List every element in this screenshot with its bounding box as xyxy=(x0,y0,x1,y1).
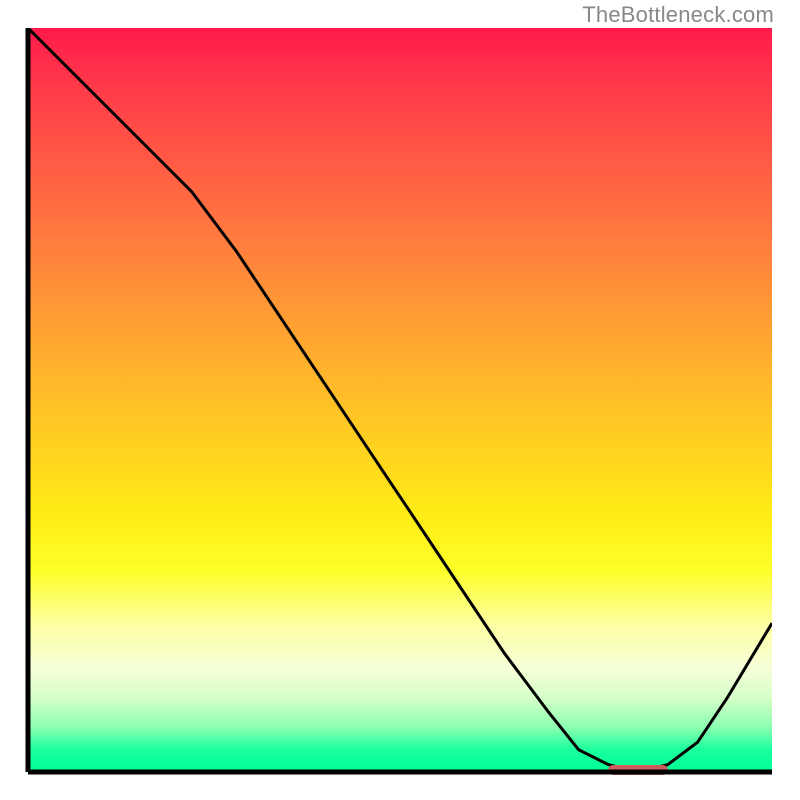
gradient-plot-background xyxy=(28,28,772,772)
watermark-text: TheBottleneck.com xyxy=(582,2,774,28)
optimal-range-marker xyxy=(608,765,668,775)
bottleneck-chart: TheBottleneck.com xyxy=(0,0,800,800)
